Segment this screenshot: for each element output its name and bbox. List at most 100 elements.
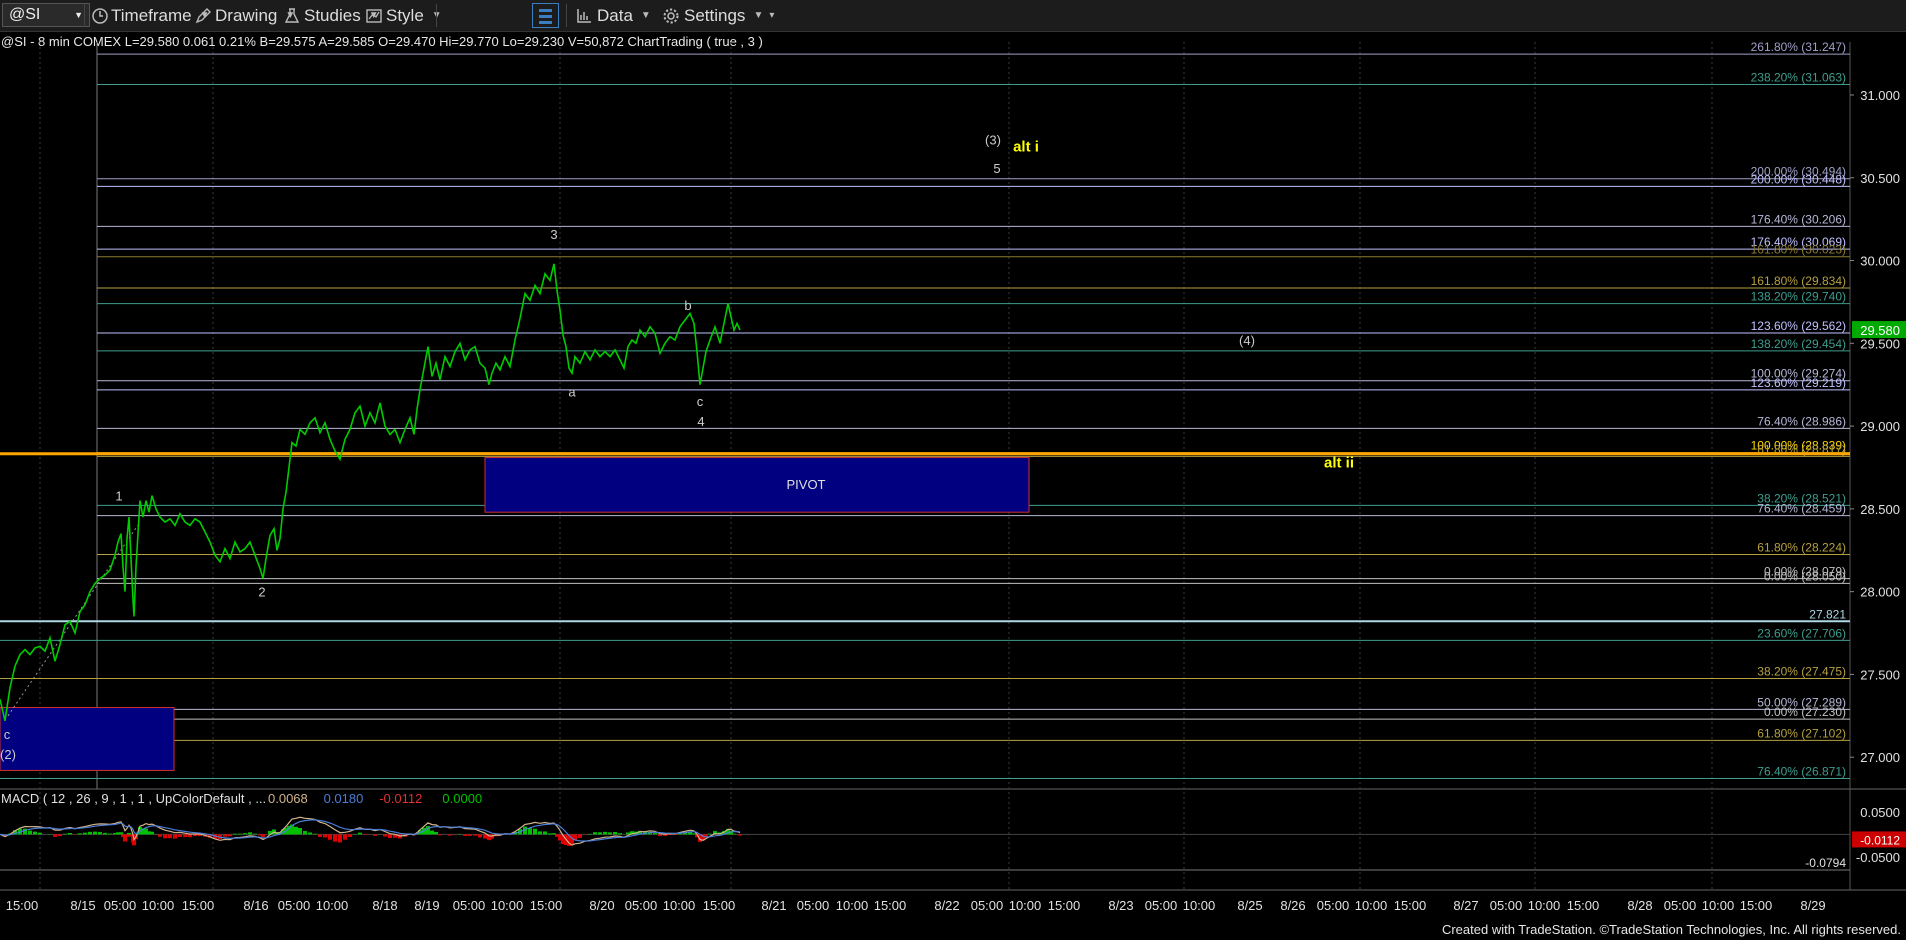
wave-label: 4 (697, 414, 704, 429)
fib-label: 138.20% (29.454) (1751, 337, 1846, 351)
price-axis: 31.000 30.500 30.000 29.500 29.000 28.500 28.0… (1850, 88, 1906, 765)
time-tick-label: 05:00 (104, 898, 137, 913)
time-tick-label: 05:00 (278, 898, 311, 913)
time-tick-label: 8/15 (70, 898, 95, 913)
time-tick-label: 15:00 (1740, 898, 1773, 913)
fib-label: 238.20% (31.063) (1751, 71, 1846, 85)
time-tick-label: 15:00 (1567, 898, 1600, 913)
price-tick-label: 27.000 (1860, 750, 1900, 765)
fib-label: 76.40% (26.871) (1757, 765, 1846, 779)
fib-label: 138.20% (29.740) (1751, 290, 1846, 304)
fib-label: 23.60% (27.706) (1757, 626, 1846, 640)
macd-title: MACD ( 12 , 26 , 9 , 1 , 1 , UpColorDefa… (1, 791, 266, 806)
wave-label: alt i (1013, 138, 1039, 155)
wave-label: a (568, 384, 576, 399)
wave-label: 1 (115, 489, 122, 504)
macd-line (0, 816, 741, 846)
fib-label: 0.00% (27.230) (1764, 705, 1846, 719)
reference-lines: 261.80% (31.247) 238.20% (31.063) 200.00% … (0, 40, 1850, 780)
time-tick-label: 10:00 (316, 898, 349, 913)
fib-label: 61.80% (27.102) (1757, 726, 1846, 740)
fib-label: 161.80% (29.834) (1751, 274, 1846, 288)
wave-label: alt ii (1324, 454, 1354, 471)
macd-min-label: -0.0794 (1805, 856, 1846, 870)
time-tick-label: 05:00 (625, 898, 658, 913)
wave-label: (2) (0, 747, 16, 762)
pivot-label: PIVOT (786, 477, 825, 492)
time-tick-label: 8/22 (934, 898, 959, 913)
macd-value: -0.0112 (379, 791, 422, 806)
time-tick-label: 05:00 (1664, 898, 1697, 913)
macd-value: 0.0000 (442, 791, 482, 806)
macd-value: 0.0180 (324, 791, 364, 806)
time-tick-label: 15:00 (874, 898, 907, 913)
time-tick-label: 15:00 (1394, 898, 1427, 913)
time-tick-label: 8/23 (1108, 898, 1133, 913)
fib-label: 0.00% (28.050) (1764, 569, 1846, 583)
time-tick-label: 05:00 (797, 898, 830, 913)
support-zone (0, 707, 175, 771)
time-tick-label: 8/26 (1280, 898, 1305, 913)
macd-tick-label: -0.0500 (1856, 850, 1900, 865)
time-tick-label: 10:00 (142, 898, 175, 913)
time-tick-label: 05:00 (1145, 898, 1178, 913)
time-tick-label: 10:00 (836, 898, 869, 913)
time-tick-label: 15:00 (6, 898, 39, 913)
time-tick-label: 10:00 (1702, 898, 1735, 913)
time-tick-label: 8/18 (372, 898, 397, 913)
wave-label: c (4, 727, 11, 742)
time-tick-label: 05:00 (453, 898, 486, 913)
fib-label: 176.40% (30.206) (1751, 212, 1846, 226)
price-tick-label: 29.500 (1860, 336, 1900, 351)
fib-label: 123.60% (29.219) (1751, 376, 1846, 390)
fib-label: 76.40% (28.986) (1757, 414, 1846, 428)
time-tick-label: 10:00 (1009, 898, 1042, 913)
time-tick-label: 8/28 (1627, 898, 1652, 913)
fib-label: 261.80% (31.247) (1751, 40, 1846, 54)
zones: PIVOT (0, 452, 1850, 771)
pivot-zone (484, 457, 1030, 513)
fib-label: 161.80% (30.023) (1751, 243, 1846, 257)
price-tick-label: 30.500 (1860, 171, 1900, 186)
time-tick-label: 10:00 (663, 898, 696, 913)
wave-label: c (697, 394, 704, 409)
fib-label: 76.40% (28.459) (1757, 502, 1846, 516)
macd-last-label: -0.0112 (1860, 833, 1900, 847)
fib-label: 123.60% (29.562) (1751, 319, 1846, 333)
fib-label: 200.00% (30.448) (1751, 172, 1846, 186)
fib-label: 38.20% (27.475) (1757, 665, 1846, 679)
wave-label: (3) (985, 133, 1001, 148)
time-axis: 15:00 8/15 05:00 10:00 15:00 8/16 05:00 10:00 8/… (6, 898, 1826, 913)
price-tick-label: 27.500 (1860, 667, 1900, 682)
time-tick-label: 8/27 (1453, 898, 1478, 913)
time-tick-label: 10:00 (1183, 898, 1216, 913)
price-tick-label: 31.000 (1860, 88, 1900, 103)
time-tick-label: 15:00 (1048, 898, 1081, 913)
macd-tick-label: 0.0500 (1860, 805, 1900, 820)
time-tick-label: 15:00 (703, 898, 736, 913)
wave-labels: 1 2 3 a b c 4 (3) 5 alt i (4) alt ii c (2) (0, 133, 1354, 762)
fib-label: 61.80% (28.224) (1757, 541, 1846, 555)
time-tick-label: 8/20 (589, 898, 614, 913)
wave-label: 3 (550, 227, 557, 242)
wave-label: 5 (993, 161, 1000, 176)
time-tick-label: 8/25 (1237, 898, 1262, 913)
time-tick-label: 8/29 (1800, 898, 1825, 913)
price-chart[interactable]: 261.80% (31.247) 238.20% (31.063) 200.00% … (0, 0, 1906, 940)
time-tick-label: 8/21 (761, 898, 786, 913)
credits-text: Created with TradeStation. ©TradeStation… (1441, 922, 1901, 937)
time-tick-label: 15:00 (182, 898, 215, 913)
time-tick-label: 8/16 (243, 898, 268, 913)
last-price-label: 29.580 (1860, 323, 1900, 338)
time-tick-label: 05:00 (1490, 898, 1523, 913)
price-tick-label: 29.000 (1860, 419, 1900, 434)
trend-line (7, 521, 141, 717)
fib-label: 27.821 (1809, 607, 1846, 621)
macd-value: 0.0068 (268, 791, 308, 806)
price-tick-label: 30.000 (1860, 254, 1900, 269)
time-tick-label: 10:00 (1528, 898, 1561, 913)
signal-line (0, 819, 741, 842)
macd-panel: MACD ( 12 , 26 , 9 , 1 , 1 , UpColorDefa… (0, 791, 1906, 871)
wave-label: (4) (1239, 333, 1255, 348)
time-tick-label: 15:00 (530, 898, 563, 913)
